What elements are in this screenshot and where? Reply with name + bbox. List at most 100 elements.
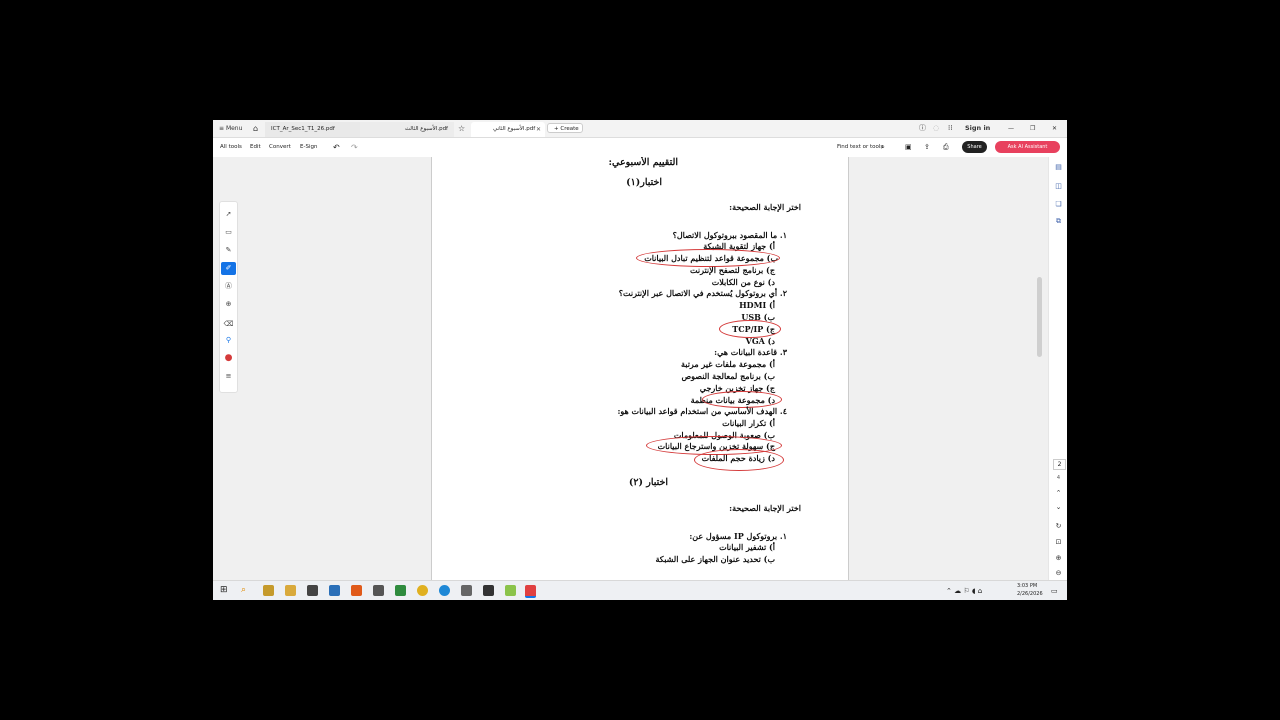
q4-option-a: أ) تكرار البيانات [722,418,775,428]
instruction-text: اختر الإجابة الصحيحة: [729,503,801,513]
close-window-icon[interactable]: ✕ [1052,120,1057,137]
ai-panel-icon[interactable]: ▤ [1053,163,1064,171]
windows-start-icon[interactable]: ⊞ [220,585,231,596]
bell-icon[interactable]: ◌ [933,120,939,137]
create-button[interactable]: + Create [547,123,583,133]
all-tools-button[interactable]: All tools [220,138,242,157]
mail-icon[interactable] [307,585,318,596]
pages-icon[interactable]: ⧉ [1053,217,1064,226]
ask-ai-button[interactable]: Ask AI Assistant [995,141,1060,153]
question-4: ٤. الهدف الأساسي من استخدام قواعد البيان… [617,406,787,416]
illustrator-icon[interactable] [351,585,362,596]
question-2: ٢. أي بروتوكول يُستخدم في الاتصال عبر ال… [618,288,787,298]
chrome-icon[interactable] [417,585,428,596]
save-icon[interactable]: ▣ [905,138,912,157]
weekly-assessment-heading: التقييم الأسبوعي: [608,157,678,168]
settings-icon[interactable] [461,585,472,596]
fit-page-icon[interactable]: ⊡ [1053,538,1064,546]
pin-icon[interactable]: ⚲ [221,334,236,347]
question-5: ١. بروتوكول IP مسؤول عن: [689,531,787,541]
tab-week3[interactable]: الأسبوع الثالث.pdf [360,122,454,137]
help-icon[interactable]: ⓘ [919,120,926,137]
edit-button[interactable]: Edit [250,138,261,157]
print-icon[interactable]: ⎙ [943,138,949,157]
tab-ict-pdf[interactable]: ICT_Ar_Sec1_T1_26.pdf [265,122,360,137]
comment-icon[interactable]: ▭ [221,226,236,239]
clock-date[interactable]: 2/26/2026 [1017,584,1043,600]
eraser-icon[interactable]: ⌫ [221,318,236,331]
ask-ai-label: Ask AI Assistant [1007,144,1048,150]
q1-option-c: ج) برنامج لتصفح الإنترنت [690,265,775,275]
close-tab-icon[interactable]: ✕ [536,122,541,137]
question-1: ١. ما المقصود ببروتوكول الاتصال؟ [672,230,787,240]
tab-label: الأسبوع الثالث.pdf [404,126,448,132]
minimize-icon[interactable]: — [1008,120,1014,137]
question-3: ٣. قاعدة البيانات هي: [714,347,787,357]
bookmark-icon[interactable]: ❏ [1053,200,1064,208]
right-rail: ▤ ◫ ❏ ⧉ 2 4 ⌃ ⌄ ↻ ⊡ ⊕ ⊖ [1048,157,1067,580]
home-icon[interactable]: ⌂ [253,120,258,137]
tray-icons[interactable]: ⌃ ☁ ⚐ ◖ ⌂ [946,581,982,600]
undo-icon[interactable]: ↶ [333,138,340,157]
more-tools-icon[interactable]: ≡ [221,370,236,383]
q3-option-b: ب) برنامج لمعالجة النصوص [681,371,776,381]
text-box-icon[interactable]: Ⓐ [221,280,236,293]
share-label: Share [967,144,982,150]
answer-circle [694,449,784,471]
quick-tools-panel: ➚ ▭ ✎ ✐ Ⓐ ⊕ ⌫ ⚲ ● ≡ [219,201,238,393]
search-icon[interactable]: ⌕ [881,138,885,157]
page-number-total: 4 [1056,475,1061,481]
page-number-current[interactable]: 2 [1053,459,1066,470]
select-cursor-icon[interactable]: ➚ [221,208,236,221]
star-icon[interactable]: ☆ [458,120,465,137]
menu-label: Menu [225,125,243,132]
menu-button[interactable]: ≡ Menu [219,120,242,137]
color-dot-icon[interactable]: ● [221,352,236,365]
q5-option-b: ب) تحديد عنوان الجهاز على الشبكة [655,554,776,564]
instruction-text: اختر الإجابة الصحيحة: [729,202,801,212]
calculator-icon[interactable] [373,585,384,596]
create-label: + Create [554,126,579,132]
find-tools-input[interactable]: Find text or tools [837,138,883,157]
q2-option-a: أ) HDMI [739,300,775,310]
esign-button[interactable]: E-Sign [300,138,317,157]
quiz1-title: اختبار(١) [626,177,662,188]
terminal-icon[interactable] [483,585,494,596]
document-canvas[interactable]: ➚ ▭ ✎ ✐ Ⓐ ⊕ ⌫ ⚲ ● ≡ التقييم الأسبوعي: اخ… [213,157,1056,580]
stamp-icon[interactable]: ⊕ [221,298,236,311]
search-icon[interactable]: ⌕ [241,585,252,596]
pdf-page: التقييم الأسبوعي: اختبار(١) اختر الإجابة… [431,157,849,580]
apps-icon[interactable]: ⁞⁞ [948,120,952,137]
windows-taskbar: ⊞ ⌕ ⌃ ☁ ⚐ ◖ ⌂ 3:03 PM 2/26/2026 ▭ [213,580,1067,600]
comments-panel-icon[interactable]: ◫ [1053,182,1064,190]
redo-icon[interactable]: ↷ [351,138,358,157]
zoom-out-icon[interactable]: ⊖ [1053,569,1064,577]
title-bar: ≡ Menu ⌂ ICT_Ar_Sec1_T1_26.pdf الأسبوع ا… [213,120,1067,138]
edge-icon[interactable] [439,585,450,596]
restore-icon[interactable]: ❐ [1030,120,1035,137]
quiz2-title: اختبار (٢) [628,477,668,488]
convert-button[interactable]: Convert [269,138,291,157]
page-up-icon[interactable]: ⌃ [1053,489,1064,497]
share-button[interactable]: Share [962,141,987,153]
powershell-icon[interactable] [329,585,340,596]
page-down-icon[interactable]: ⌄ [1053,503,1064,511]
tab-week2[interactable]: الأسبوع الثاني.pdf ✕ [471,122,545,137]
file-explorer-icon[interactable] [263,585,274,596]
q1-option-d: د) نوع من الكابلات [711,277,775,287]
rotate-icon[interactable]: ↻ [1053,522,1064,530]
vertical-scrollbar[interactable] [1037,277,1042,357]
tab-label: ICT_Ar_Sec1_T1_26.pdf [271,126,335,132]
acrobat-window: ≡ Menu ⌂ ICT_Ar_Sec1_T1_26.pdf الأسبوع ا… [213,120,1067,600]
store-icon[interactable] [285,585,296,596]
zoom-in-icon[interactable]: ⊕ [1053,554,1064,562]
draw-freeform-icon[interactable]: ✐ [221,262,236,275]
app-icon[interactable] [505,585,516,596]
excel-icon[interactable] [395,585,406,596]
tab-label: الأسبوع الثاني.pdf [493,126,536,132]
upload-icon[interactable]: ⇪ [924,138,930,157]
acrobat-taskbar-icon[interactable] [525,585,536,598]
highlight-pen-icon[interactable]: ✎ [221,244,236,257]
sign-in-link[interactable]: Sign in [965,120,990,137]
notifications-icon[interactable]: ▭ [1051,581,1058,600]
